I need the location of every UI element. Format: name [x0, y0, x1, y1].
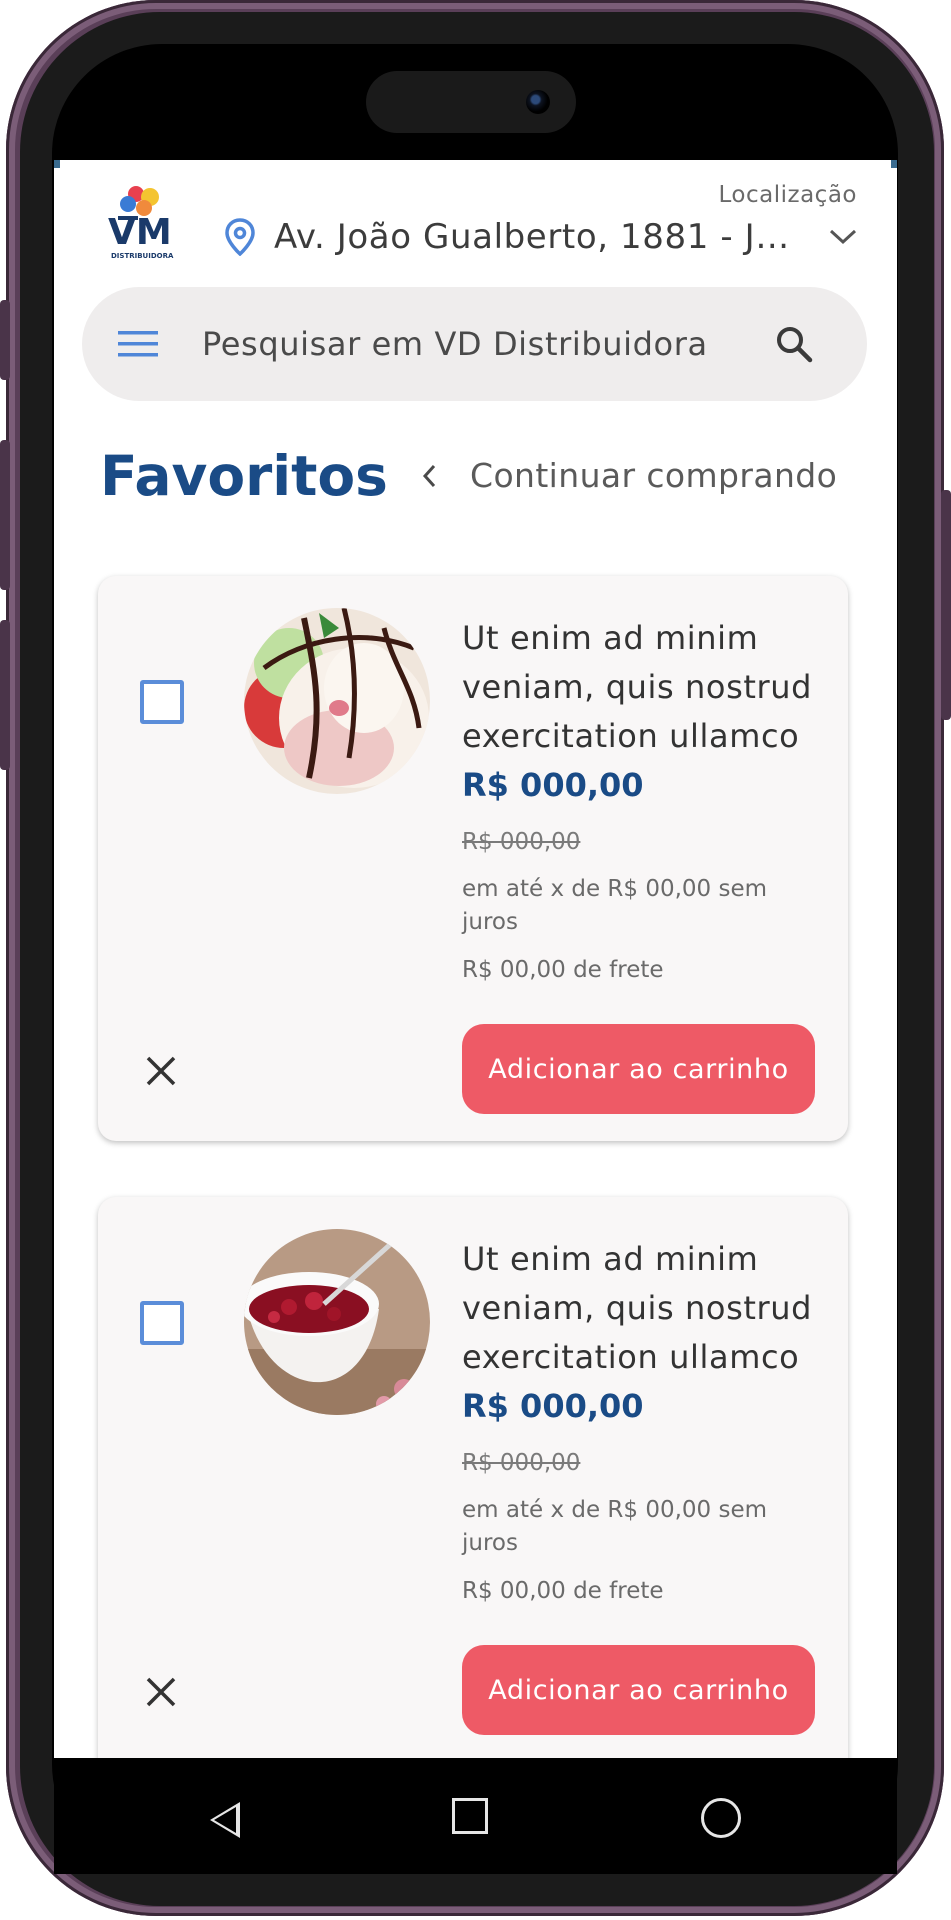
continue-shopping-label: Continuar comprando: [470, 456, 838, 495]
search-bar: [82, 287, 867, 401]
page-title: Favoritos: [100, 444, 388, 508]
phone-side-button: [0, 300, 10, 380]
vm-logo: VM DISTRIBUIDORA: [108, 186, 174, 260]
map-pin-icon: [225, 218, 255, 256]
add-to-cart-button[interactable]: Adicionar ao carrinho: [462, 1024, 815, 1114]
select-checkbox[interactable]: [140, 680, 184, 724]
product-title: Ut enim ad minim veniam, quis nostrud ex…: [462, 1240, 813, 1376]
product-image: [244, 1229, 430, 1415]
product-shipping: R$ 00,00 de frete: [462, 957, 664, 983]
location-selector[interactable]: Av. João Gualberto, 1881 - Juvevê: [224, 212, 864, 262]
product-old-price: R$ 000,00: [462, 1450, 581, 1476]
search-input[interactable]: [200, 324, 764, 364]
search-icon[interactable]: [774, 324, 814, 364]
camera-icon: [526, 90, 550, 114]
dynamic-island: [366, 71, 576, 133]
chevron-left-icon: [422, 464, 436, 487]
favorite-card: Ut enim ad minim veniam, quis nostrud ex…: [98, 1197, 848, 1758]
product-price: R$ 000,00: [462, 1387, 644, 1425]
system-navigation-bar: [54, 1758, 897, 1874]
chevron-down-icon[interactable]: [828, 227, 858, 247]
product-shipping: R$ 00,00 de frete: [462, 1578, 664, 1604]
phone-side-button: [0, 440, 10, 590]
select-checkbox[interactable]: [140, 1301, 184, 1345]
remove-favorite-icon[interactable]: [144, 1054, 178, 1088]
svg-text:DISTRIBUIDORA: DISTRIBUIDORA: [111, 252, 174, 260]
location-caption: Localização: [718, 182, 857, 208]
overview-square-icon[interactable]: [452, 1798, 488, 1834]
product-image: [244, 608, 430, 794]
berry-jam-bowl-photo-icon: [244, 1229, 430, 1415]
product-installments: em até x de R$ 00,00 sem juros: [462, 1497, 768, 1556]
app-screen: VM DISTRIBUIDORA Localização Av. João Gu…: [54, 160, 897, 1758]
product-installments: em até x de R$ 00,00 sem juros: [462, 876, 768, 935]
back-icon[interactable]: [210, 1802, 240, 1838]
favorite-card: Ut enim ad minim veniam, quis nostrud ex…: [98, 576, 848, 1141]
phone-side-button: [0, 620, 10, 770]
remove-favorite-icon[interactable]: [144, 1675, 178, 1709]
add-to-cart-button[interactable]: Adicionar ao carrinho: [462, 1645, 815, 1735]
ice-cream-dessert-photo-icon: [244, 608, 430, 794]
svg-text:VM: VM: [108, 212, 172, 253]
product-title: Ut enim ad minim veniam, quis nostrud ex…: [462, 619, 813, 755]
product-price: R$ 000,00: [462, 766, 644, 804]
hamburger-menu-icon[interactable]: [118, 329, 158, 359]
product-old-price: R$ 000,00: [462, 829, 581, 855]
phone-side-button: [941, 490, 951, 720]
home-circle-icon[interactable]: [701, 1798, 741, 1838]
location-address: Av. João Gualberto, 1881 - Juvevê: [274, 217, 808, 257]
continue-shopping-link[interactable]: Continuar comprando: [420, 456, 837, 495]
